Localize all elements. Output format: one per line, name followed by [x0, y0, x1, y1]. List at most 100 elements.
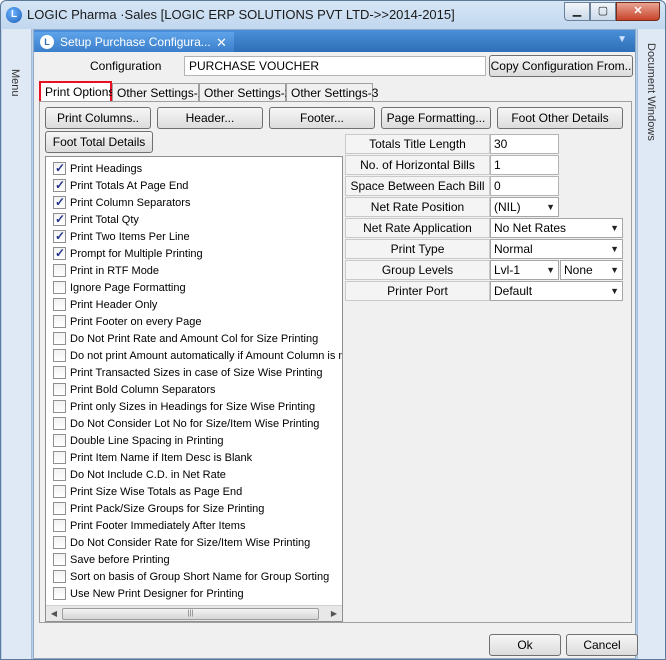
checkbox-unchecked-icon[interactable] — [53, 264, 66, 277]
checkbox-checked-icon[interactable] — [53, 195, 66, 210]
chevron-down-icon[interactable]: ▼ — [546, 198, 555, 216]
checkbox-checked-icon[interactable] — [53, 246, 66, 261]
net-rate-application-select[interactable]: No Net Rates ▼ — [490, 218, 623, 238]
title-bar[interactable]: L LOGIC Pharma ·Sales [LOGIC ERP SOLUTIO… — [1, 1, 665, 29]
chevron-down-icon[interactable]: ▼ — [610, 219, 619, 237]
document-windows-label[interactable]: Document Windows — [645, 43, 657, 141]
option-label: Print Column Separators — [70, 197, 191, 209]
scrollbar-thumb[interactable]: ||| — [62, 608, 319, 620]
scroll-left-icon[interactable]: ◀ — [46, 606, 62, 621]
menu-side-panel[interactable]: Menu — [2, 29, 32, 659]
checkbox-unchecked-icon[interactable] — [53, 570, 66, 583]
option-label: Print in RTF Mode — [70, 265, 160, 277]
tab-other-settings-1[interactable]: Other Settings-1 — [112, 83, 204, 102]
checkbox-checked-icon[interactable] — [53, 212, 66, 227]
net-rate-position-label: Net Rate Position — [345, 197, 490, 217]
checkbox-checked-icon[interactable] — [53, 178, 66, 193]
scroll-right-icon[interactable]: ▶ — [326, 606, 342, 621]
printer-port-select[interactable]: Default ▼ — [490, 281, 623, 301]
checkbox-unchecked-icon[interactable] — [53, 536, 66, 549]
chevron-down-icon[interactable]: ▼ — [610, 282, 619, 300]
horizontal-bills-label: No. of Horizontal Bills — [345, 155, 490, 175]
close-button[interactable]: ✕ — [616, 2, 660, 21]
option-label: Print Pack/Size Groups for Size Printing — [70, 503, 265, 515]
option-label: Ignore Page Formatting — [70, 282, 186, 294]
menu-label[interactable]: Menu — [9, 69, 21, 97]
checkbox-unchecked-icon[interactable] — [53, 553, 66, 566]
checkbox-unchecked-icon[interactable] — [53, 451, 66, 464]
horizontal-bills-input[interactable]: 1 — [490, 155, 559, 175]
checkbox-unchecked-icon[interactable] — [53, 519, 66, 532]
option-label: Use New Print Designer for Printing — [70, 588, 244, 600]
checkbox-unchecked-icon[interactable] — [53, 281, 66, 294]
option-label: Do Not Print Rate and Amount Col for Siz… — [70, 333, 319, 345]
print-options-list[interactable]: Print Headings Print Totals At Page End Pr… — [45, 156, 343, 622]
horizontal-scrollbar[interactable]: ◀ ||| ▶ — [46, 605, 342, 621]
print-type-label: Print Type — [345, 239, 490, 259]
checkbox-unchecked-icon[interactable] — [53, 468, 66, 481]
print-type-select[interactable]: Normal ▼ — [490, 239, 623, 259]
option-label: Print Bold Column Separators — [70, 384, 216, 396]
cancel-button[interactable]: Cancel — [566, 634, 638, 656]
checkbox-unchecked-icon[interactable] — [53, 502, 66, 515]
option-label: Do Not Consider Rate for Size/Item Wise … — [70, 537, 311, 549]
checkbox-unchecked-icon[interactable] — [53, 434, 66, 447]
tab-other-settings-3[interactable]: Other Settings-3 — [286, 83, 378, 102]
chevron-down-icon[interactable]: ▼ — [546, 261, 555, 279]
maximize-button[interactable]: ▢ — [590, 2, 616, 21]
foot-other-details-button[interactable]: Foot Other Details — [497, 107, 623, 129]
configuration-label: Configuration — [90, 59, 162, 73]
net-rate-position-select[interactable]: (NIL) ▼ — [490, 197, 559, 217]
print-columns-button[interactable]: Print Columns.. — [45, 107, 151, 129]
group-levels-secondary-select[interactable]: None ▼ — [560, 260, 623, 280]
option-label: Do Not Include C.D. in Net Rate — [70, 469, 226, 481]
option-label: Print Total Qty — [70, 214, 139, 226]
header-button[interactable]: Header... — [157, 107, 263, 129]
space-between-bill-label: Space Between Each Bill — [345, 176, 490, 196]
checkbox-checked-icon[interactable] — [53, 229, 66, 244]
tab-overflow-chevron-icon[interactable]: ▼ — [617, 34, 627, 45]
totals-title-length-label: Totals Title Length — [345, 134, 490, 154]
minimize-button[interactable]: ▁ — [564, 2, 590, 21]
foot-total-details-button[interactable]: Foot Total Details — [45, 131, 153, 153]
chevron-down-icon[interactable]: ▼ — [610, 240, 619, 258]
option-label: Prompt for Multiple Printing — [70, 248, 203, 260]
option-label: Print Footer Immediately After Items — [70, 520, 246, 532]
option-label: Print Header Only — [70, 299, 158, 311]
group-levels-label: Group Levels — [345, 260, 490, 280]
configuration-field[interactable]: PURCHASE VOUCHER — [184, 56, 486, 76]
checkbox-unchecked-icon[interactable] — [53, 485, 66, 498]
page-formatting-button[interactable]: Page Formatting... — [381, 107, 491, 129]
checkbox-checked-icon[interactable] — [53, 161, 66, 176]
checkbox-unchecked-icon[interactable] — [53, 332, 66, 345]
checkbox-unchecked-icon[interactable] — [53, 383, 66, 396]
printer-port-value: Default — [494, 284, 533, 298]
checkbox-unchecked-icon[interactable] — [53, 400, 66, 413]
option-label: Print Footer on every Page — [70, 316, 202, 328]
option-label: Do Not Consider Lot No for Size/Item Wis… — [70, 418, 320, 430]
checkbox-unchecked-icon[interactable] — [53, 298, 66, 311]
checkbox-unchecked-icon[interactable] — [53, 417, 66, 430]
option-label: Print Two Items Per Line — [70, 231, 190, 243]
document-windows-side-panel[interactable]: Document Windows — [637, 29, 665, 659]
option-label: Do not print Amount automatically if Amo… — [70, 350, 343, 362]
tab-other-settings-2[interactable]: Other Settings-2 — [199, 83, 291, 102]
group-levels-secondary-value: None — [564, 263, 593, 277]
close-tab-icon[interactable]: ✕ — [216, 33, 227, 53]
copy-configuration-button[interactable]: Copy Configuration From.. — [489, 55, 633, 77]
totals-title-length-input[interactable]: 30 — [490, 134, 559, 154]
checkbox-unchecked-icon[interactable] — [53, 349, 66, 362]
document-tab-setup-purchase[interactable]: L Setup Purchase Configura... ✕ — [34, 32, 234, 52]
chevron-down-icon[interactable]: ▼ — [610, 261, 619, 279]
checkbox-unchecked-icon[interactable] — [53, 366, 66, 379]
close-icon: ✕ — [633, 5, 643, 17]
net-rate-application-label: Net Rate Application — [345, 218, 490, 238]
ok-button[interactable]: Ok — [489, 634, 561, 656]
space-between-bill-input[interactable]: 0 — [490, 176, 559, 196]
checkbox-unchecked-icon[interactable] — [53, 587, 66, 600]
checkbox-unchecked-icon[interactable] — [53, 315, 66, 328]
group-levels-select[interactable]: Lvl-1 ▼ — [490, 260, 559, 280]
option-label: Save before Printing — [70, 554, 170, 566]
tab-print-options[interactable]: Print Options — [39, 81, 114, 103]
footer-button[interactable]: Footer... — [269, 107, 375, 129]
